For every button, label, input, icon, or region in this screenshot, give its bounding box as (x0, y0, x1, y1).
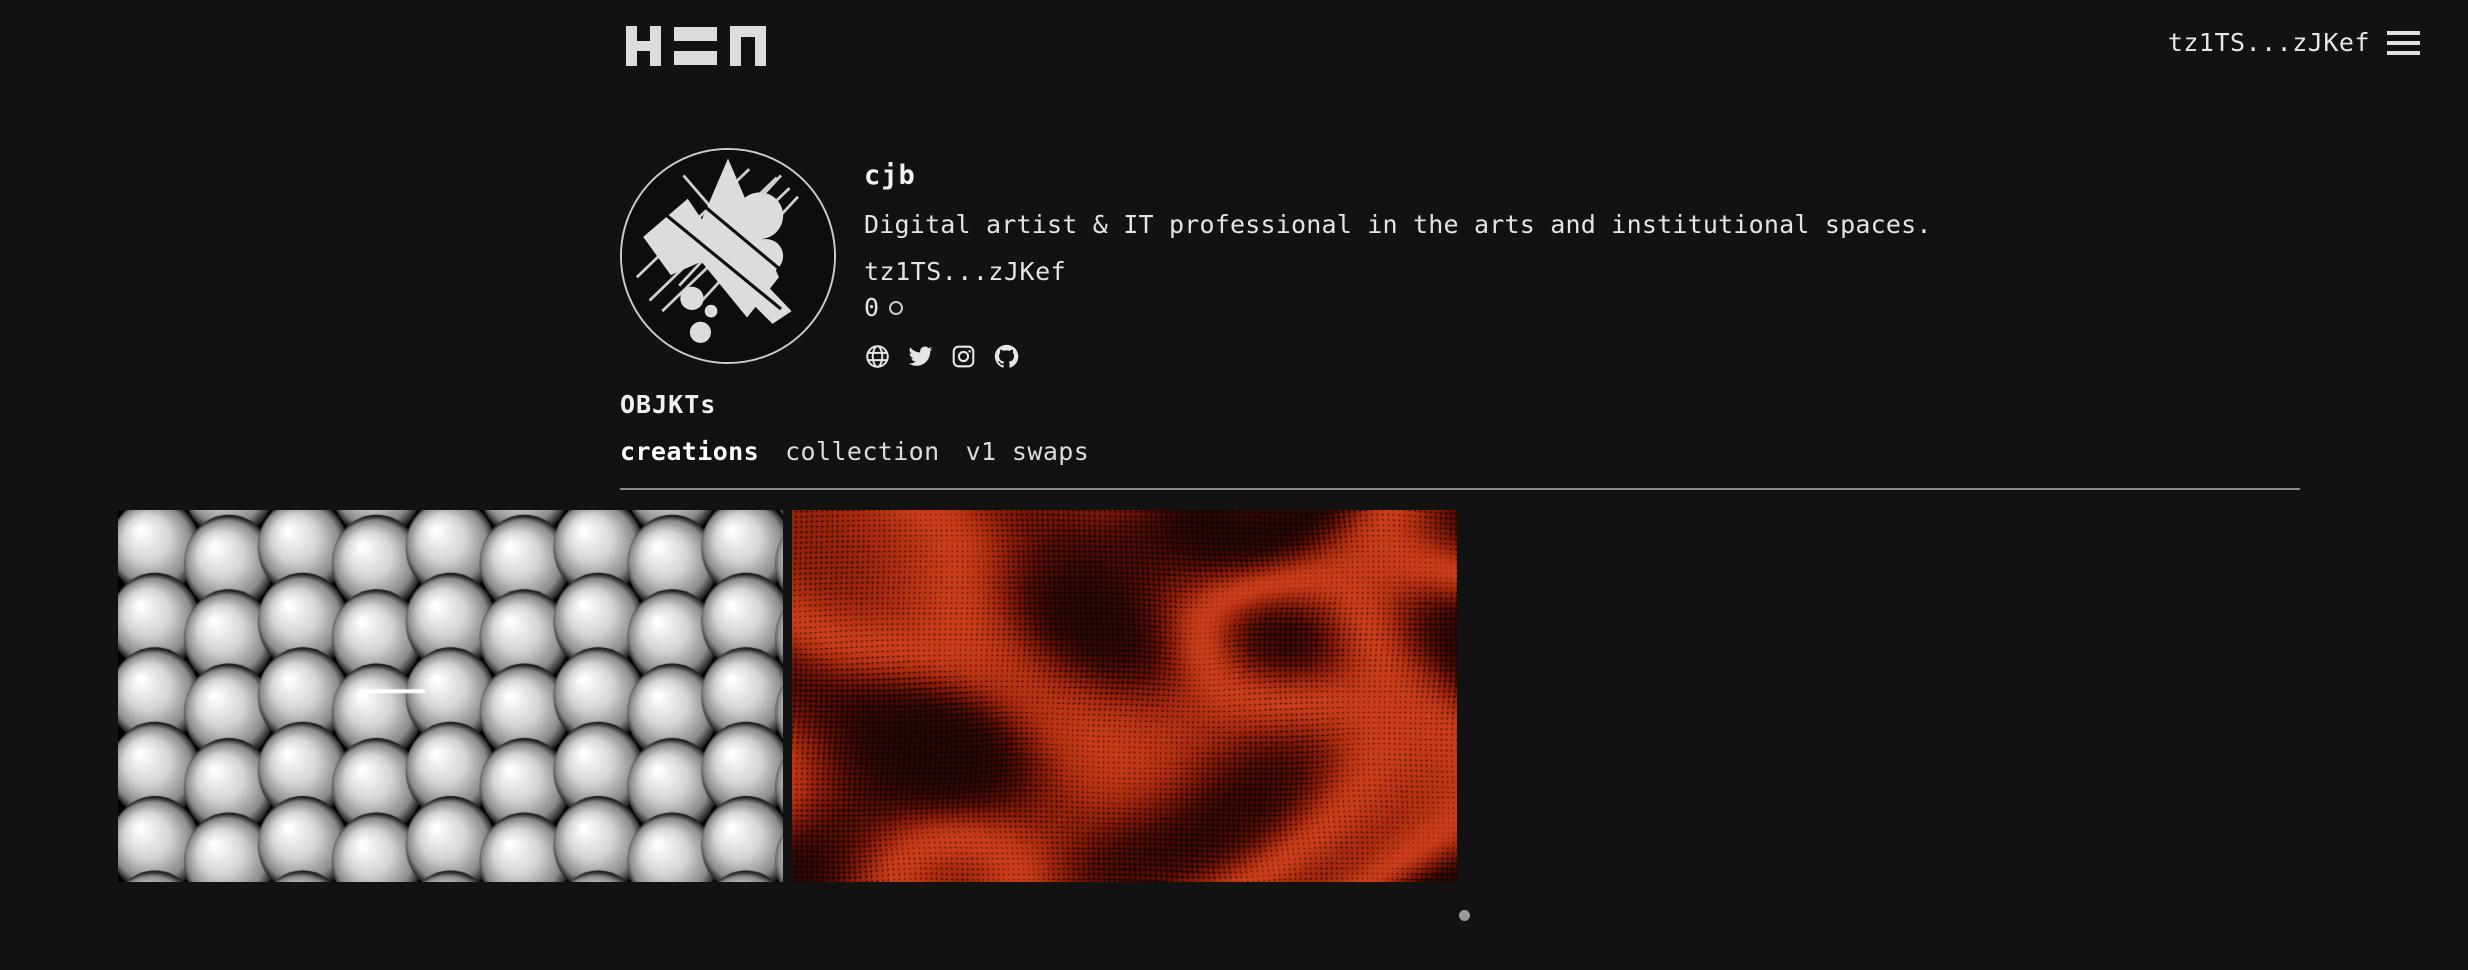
hamburger-menu-icon[interactable] (2387, 30, 2420, 55)
loading-dot (1459, 910, 1470, 921)
objkts-title: OBJKTs (620, 390, 717, 419)
avatar[interactable] (620, 148, 836, 364)
globe-icon[interactable] (864, 343, 890, 369)
profile-balance: 0 (864, 293, 1932, 323)
objkt-gallery (118, 510, 1457, 882)
profile-section: cjb Digital artist & IT professional in … (620, 148, 1932, 369)
artwork-red-wave-matrix[interactable] (792, 510, 1457, 882)
profile-name[interactable]: cjb (864, 160, 916, 192)
tabs-divider (620, 488, 2300, 490)
profile-address[interactable]: tz1TS...zJKef (864, 257, 1066, 287)
wallet-address-button[interactable]: tz1TS...zJKef (2168, 28, 2370, 57)
menu-bar-2 (2387, 41, 2420, 45)
artwork-sphere-grid[interactable] (118, 510, 783, 882)
avatar-artwork-icon (622, 150, 834, 362)
instagram-icon[interactable] (950, 343, 976, 369)
artwork-sphere-grid-canvas (118, 510, 783, 882)
menu-bar-3 (2387, 51, 2420, 55)
profile-details: cjb Digital artist & IT professional in … (864, 148, 1932, 369)
balance-amount: 0 (864, 293, 880, 323)
tab-collection[interactable]: collection (785, 437, 940, 466)
objkts-section: OBJKTs creations collection v1 swaps (620, 390, 2300, 490)
github-icon[interactable] (993, 343, 1019, 369)
hen-logo[interactable] (626, 26, 766, 66)
header-actions: tz1TS...zJKef (2168, 28, 2420, 57)
objkts-tabs: creations collection v1 swaps (620, 437, 2300, 466)
tab-creations[interactable]: creations (620, 437, 759, 466)
menu-bar-1 (2387, 31, 2420, 35)
twitter-icon[interactable] (907, 343, 933, 369)
social-links (864, 343, 1932, 369)
tez-symbol-icon (889, 301, 904, 316)
tab-v1-swaps[interactable]: v1 swaps (966, 437, 1090, 466)
hen-logo-mark (626, 26, 766, 66)
site-header: tz1TS...zJKef (0, 0, 2468, 95)
artwork-red-wave-matrix-canvas (792, 510, 1457, 882)
profile-bio: Digital artist & IT professional in the … (864, 210, 1932, 240)
